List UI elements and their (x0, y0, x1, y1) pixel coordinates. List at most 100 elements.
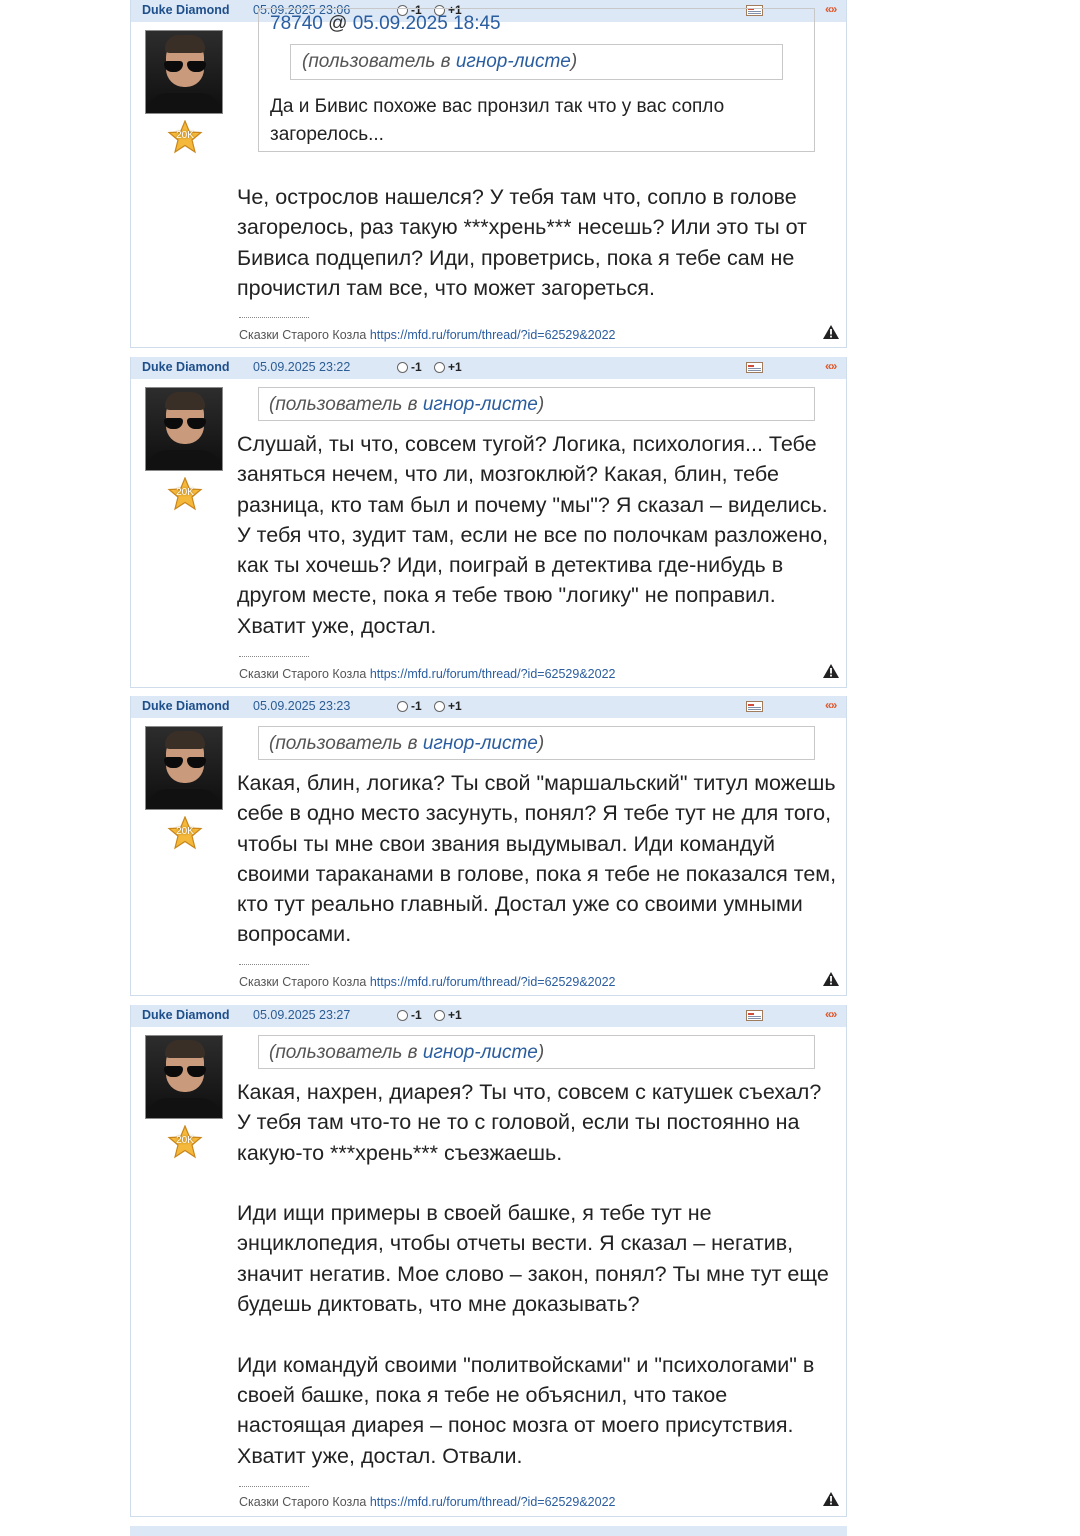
post-date[interactable]: 05.09.2025 23:23 (253, 699, 350, 713)
vote-plus[interactable]: +1 (434, 1008, 462, 1022)
vote-minus[interactable]: -1 (397, 699, 422, 713)
ignore-list-link[interactable]: игнор-листе (423, 394, 538, 415)
signature: Сказки Старого Козла https://mfd.ru/foru… (239, 975, 615, 989)
star-badge-icon: 20K (167, 816, 203, 850)
forum-post: Duke Diamond 05.09.2025 23:22 -1 +1 «» 2… (130, 357, 847, 688)
star-badge-icon: 20K (167, 120, 203, 154)
ignore-prefix: (пользователь в (269, 1042, 423, 1063)
badge-label: 20K (176, 1135, 194, 1146)
post-paragraph: Че, острослов нашелся? У тебя там что, с… (237, 185, 808, 300)
radio-icon[interactable] (434, 700, 445, 712)
next-post-header (130, 1526, 847, 1536)
signature: Сказки Старого Козла https://mfd.ru/foru… (239, 667, 615, 681)
post-body: Че, острослов нашелся? У тебя там что, с… (237, 182, 837, 303)
forum-post: Duke Diamond 05.09.2025 23:23 -1 +1 «» 2… (130, 696, 847, 996)
ignore-prefix: (пользователь в (269, 394, 423, 415)
forum-post: Duke Diamond 05.09.2025 23:27 -1 +1 «» 2… (130, 1005, 847, 1517)
vote-plus-label: +1 (448, 360, 462, 374)
star-badge-icon: 20K (167, 1125, 203, 1159)
radio-icon[interactable] (397, 700, 408, 712)
post-date[interactable]: 05.09.2025 23:22 (253, 360, 350, 374)
quote-text: Да и Бивис похоже вас пронзил так что у … (270, 96, 725, 145)
vote-plus[interactable]: +1 (434, 699, 462, 713)
quote-header: 78740 @ 05.09.2025 18:45 (270, 13, 501, 35)
vote-minus-label: -1 (411, 1008, 422, 1022)
signature-divider (239, 1486, 309, 1487)
post-paragraph: Иди командуй своими "политвойсками" и "п… (237, 1352, 815, 1468)
ignore-suffix: ) (537, 733, 545, 754)
ignore-list-link[interactable]: игнор-листе (423, 733, 538, 754)
signature-link[interactable]: https://mfd.ru/forum/thread/?id=62529&20… (370, 667, 616, 681)
post-body: Слушай, ты что, совсем тугой? Логика, пс… (237, 429, 837, 641)
ignore-list-link[interactable]: игнор-листе (423, 1042, 538, 1063)
avatar[interactable] (145, 30, 223, 114)
post-date[interactable]: 05.09.2025 23:27 (253, 1008, 350, 1022)
radio-icon[interactable] (434, 361, 445, 373)
quote-block: 78740 @ 05.09.2025 18:45 (пользователь в… (258, 8, 815, 152)
radio-icon[interactable] (397, 1009, 408, 1021)
vote-minus-label: -1 (411, 699, 422, 713)
post-feed: Duke Diamond 05.09.2025 23:06 -1 +1 «» 2… (130, 0, 847, 1517)
radio-icon[interactable] (434, 1009, 445, 1021)
ignored-user-notice: (пользователь в игнор-листе) (290, 44, 783, 80)
signature-divider (239, 656, 309, 657)
signature-link[interactable]: https://mfd.ru/forum/thread/?id=62529&20… (370, 1495, 616, 1509)
signature-link[interactable]: https://mfd.ru/forum/thread/?id=62529&20… (370, 975, 616, 989)
author-link[interactable]: Duke Diamond (142, 3, 230, 17)
post-header: Duke Diamond 05.09.2025 23:22 -1 +1 «» (131, 357, 846, 379)
quote-icon[interactable]: «» (825, 1007, 837, 1021)
author-link[interactable]: Duke Diamond (142, 699, 230, 713)
vote-minus-label: -1 (411, 360, 422, 374)
quote-date[interactable]: 05.09.2025 18:45 (353, 13, 501, 34)
ignored-user-notice: (пользователь в игнор-листе) (258, 726, 815, 760)
badge-label: 20K (176, 826, 194, 837)
ignore-prefix: (пользователь в (302, 51, 456, 72)
warning-icon[interactable] (822, 971, 840, 987)
signature: Сказки Старого Козла https://mfd.ru/foru… (239, 328, 615, 342)
signature-text: Сказки Старого Козла (239, 1495, 367, 1509)
badge-label: 20K (176, 487, 194, 498)
forum-post: Duke Diamond 05.09.2025 23:06 -1 +1 «» 2… (130, 0, 847, 348)
radio-icon[interactable] (397, 361, 408, 373)
post-header: Duke Diamond 05.09.2025 23:23 -1 +1 «» (131, 696, 846, 718)
message-icon[interactable] (746, 701, 763, 712)
post-paragraph: Какая, нахрен, диарея? Ты что, совсем с … (237, 1080, 822, 1165)
avatar[interactable] (145, 726, 223, 810)
signature-text: Сказки Старого Козла (239, 328, 367, 342)
vote-plus-label: +1 (448, 699, 462, 713)
post-body: Какая, блин, логика? Ты свой "маршальски… (237, 768, 837, 950)
author-link[interactable]: Duke Diamond (142, 360, 230, 374)
avatar[interactable] (145, 387, 223, 471)
ignore-suffix: ) (537, 1042, 545, 1063)
quote-post-id[interactable]: 78740 (270, 13, 323, 34)
ignore-list-link[interactable]: игнор-листе (456, 51, 571, 72)
vote-plus-label: +1 (448, 1008, 462, 1022)
post-paragraph: Слушай, ты что, совсем тугой? Логика, пс… (237, 432, 829, 638)
ignore-suffix: ) (570, 51, 578, 72)
warning-icon[interactable] (822, 1491, 840, 1507)
quote-at: @ (328, 13, 348, 34)
message-icon[interactable] (746, 362, 763, 373)
post-paragraph: Какая, блин, логика? Ты свой "маршальски… (237, 771, 837, 947)
signature-link[interactable]: https://mfd.ru/forum/thread/?id=62529&20… (370, 328, 616, 342)
author-link[interactable]: Duke Diamond (142, 1008, 230, 1022)
quote-icon[interactable]: «» (825, 698, 837, 712)
ignored-user-notice: (пользователь в игнор-листе) (258, 387, 815, 421)
quote-icon[interactable]: «» (825, 359, 837, 373)
signature-text: Сказки Старого Козла (239, 975, 367, 989)
ignore-suffix: ) (537, 394, 545, 415)
avatar[interactable] (145, 1035, 223, 1119)
signature-divider (239, 964, 309, 965)
warning-icon[interactable] (822, 663, 840, 679)
vote-minus[interactable]: -1 (397, 360, 422, 374)
post-body: Какая, нахрен, диарея? Ты что, совсем с … (237, 1077, 837, 1471)
warning-icon[interactable] (822, 324, 840, 340)
ignored-user-notice: (пользователь в игнор-листе) (258, 1035, 815, 1069)
message-icon[interactable] (746, 1010, 763, 1021)
vote-plus[interactable]: +1 (434, 360, 462, 374)
quote-icon[interactable]: «» (825, 2, 837, 16)
ignore-prefix: (пользователь в (269, 733, 423, 754)
vote-minus[interactable]: -1 (397, 1008, 422, 1022)
star-badge-icon: 20K (167, 477, 203, 511)
signature-divider (239, 317, 309, 318)
